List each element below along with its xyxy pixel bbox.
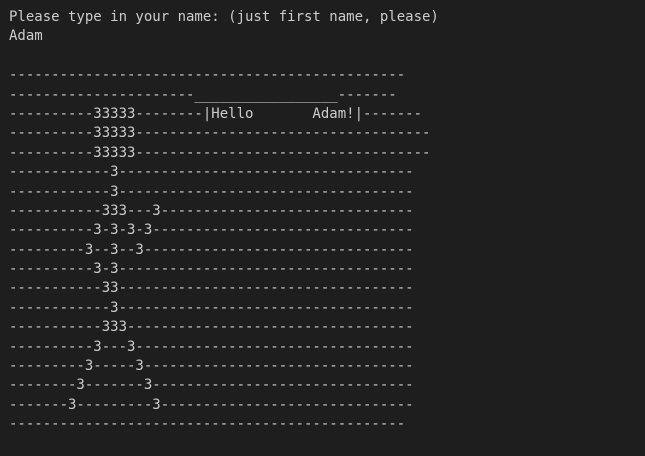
ascii-art-line-19: ----------------------------------------… [9,416,406,433]
ascii-art-line-15: ----------3---3-------------------------… [9,338,414,355]
ascii-art-line-3: ----------33333--------|Hello Adam!|----… [9,105,423,122]
ascii-art-line-5: ----------33333-------------------------… [9,144,431,161]
ascii-art-line-13: ------------3---------------------------… [9,299,414,316]
ascii-art-line-11: ----------3-3---------------------------… [9,261,414,278]
name-prompt-line: Please type in your name: (just first na… [9,9,439,25]
ascii-art-line-9: ----------3-3-3-3-----------------------… [9,222,414,239]
ascii-art-line-10: ---------3--3--3------------------------… [9,241,414,258]
ascii-art-line-1: ----------------------------------------… [9,67,406,84]
ascii-art-line-8: -----------333---3----------------------… [9,202,414,219]
ascii-art-line-18: -------3---------3----------------------… [9,396,414,413]
ascii-art-line-4: ----------33333-------------------------… [9,125,431,142]
ascii-art-line-12: -----------33---------------------------… [9,280,414,297]
ascii-art-line-14: -----------333--------------------------… [9,319,414,336]
name-input-echo-line: Adam [9,28,43,45]
ascii-art-line-7: ------------3---------------------------… [9,183,414,200]
ascii-art-line-16: ---------3-----3------------------------… [9,358,414,375]
terminal-output: Please type in your name: (just first na… [0,0,645,456]
ascii-art-line-6: ------------3---------------------------… [9,164,414,181]
ascii-art-line-17: --------3-------3-----------------------… [9,377,414,394]
ascii-art-line-2: ----------------------_________________-… [9,86,397,103]
